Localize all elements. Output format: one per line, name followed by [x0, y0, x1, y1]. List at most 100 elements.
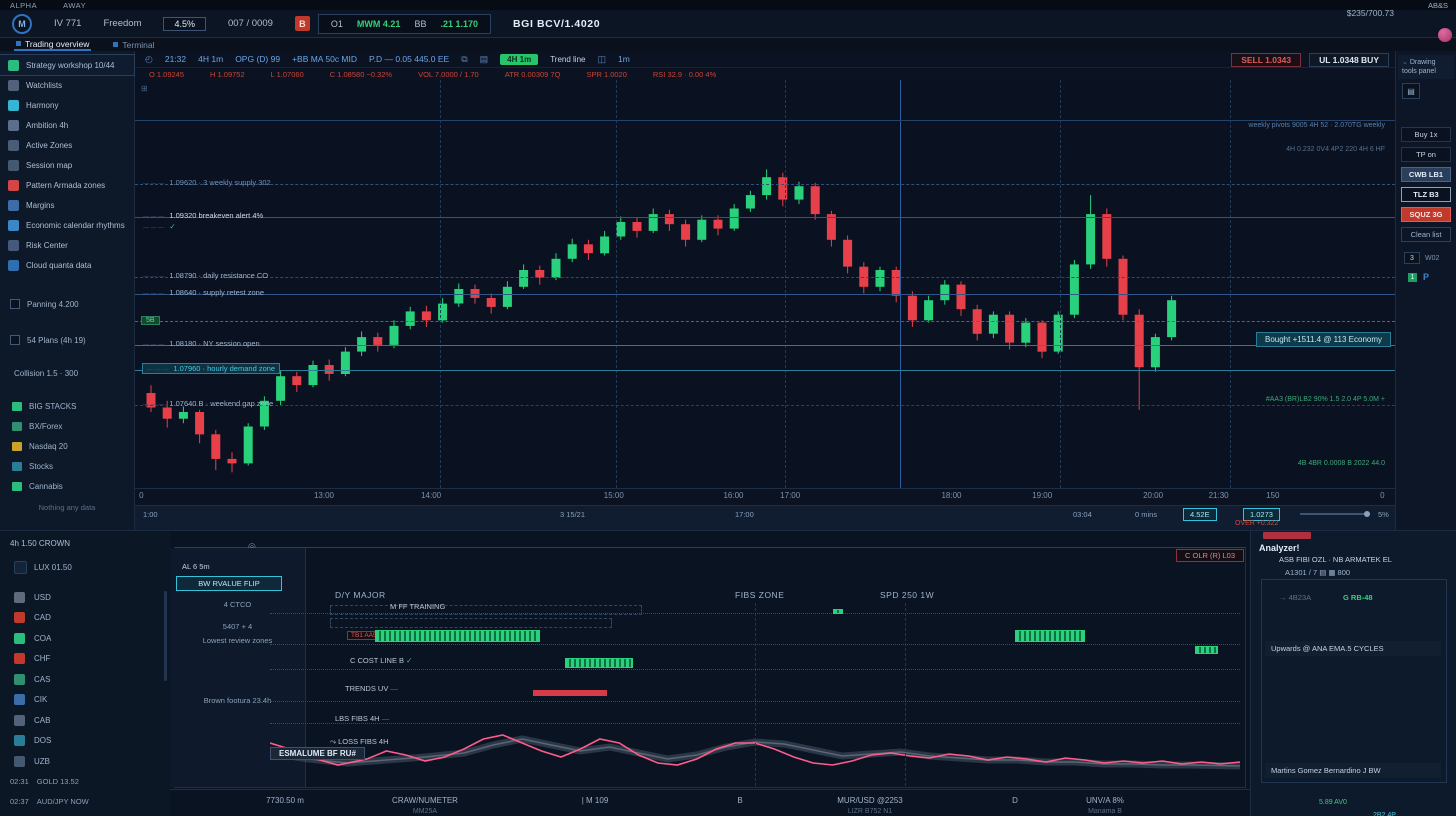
price-level-label[interactable]: 1.09620 · 3 weekly supply 302	[143, 178, 271, 187]
price-level-label[interactable]: ✓	[143, 222, 176, 231]
sidebar-item[interactable]: Economic calendar rhythms	[0, 215, 134, 235]
oscillator-label-box[interactable]: ESMALUME BF RU#	[270, 747, 365, 760]
trade-button[interactable]: Clean list	[1401, 227, 1451, 242]
trade-button[interactable]: TP on	[1401, 147, 1451, 162]
metric2-label: BB	[414, 19, 426, 29]
price-level-label[interactable]: 1.08790 · daily resistance CO	[143, 271, 268, 280]
market-item[interactable]: Nasdaq 20	[0, 436, 134, 456]
menu-item[interactable]: AWAY	[63, 1, 86, 10]
green-square-icon[interactable]: 1	[1408, 273, 1417, 282]
symbol-icon	[14, 633, 25, 644]
sidebar-item[interactable]: Cloud quanta data	[0, 255, 134, 275]
sidebar-item-label: Risk Center	[26, 241, 68, 250]
market-item[interactable]: Cannabis	[0, 476, 134, 496]
toolbar-chip[interactable]: P.D — 0.05 445.0 EE	[369, 54, 449, 64]
filter-row[interactable]: Panning 4.200	[0, 286, 134, 322]
news-row-author[interactable]: Martins Gomez Bernardino J BW	[1265, 763, 1441, 778]
alert-badge[interactable]: B	[295, 16, 310, 31]
time-axis-label: 13:00	[314, 491, 334, 500]
document-icon[interactable]: ▤	[1402, 83, 1420, 99]
sidebar-item[interactable]: Watchlists	[0, 75, 134, 95]
drawing-tools-header[interactable]: ⌄ Drawing tools panel	[1398, 55, 1454, 79]
sidebar-item-icon	[8, 260, 19, 271]
checkbox-icon[interactable]	[10, 299, 20, 309]
market-item[interactable]: Stocks	[0, 456, 134, 476]
watchlist-row[interactable]: UZB	[0, 751, 170, 772]
market-item[interactable]: BX/Forex	[0, 416, 134, 436]
time-axis-label: 0	[139, 491, 143, 500]
camera-icon[interactable]: ⧉	[461, 54, 467, 65]
candle	[697, 220, 706, 240]
sidebar-item[interactable]: Harmony	[0, 95, 134, 115]
lot-input[interactable]	[1404, 252, 1420, 264]
menu-item[interactable]: ALPHA	[10, 1, 37, 10]
toolbar-chip[interactable]: 4H 1m	[198, 54, 223, 64]
indicator-row-label[interactable]: ⤳ LOSS FIBS 4H	[330, 737, 389, 747]
watchlist-row[interactable]: DOS	[0, 731, 170, 752]
sidebar-item[interactable]: Session map	[0, 155, 134, 175]
trade-button[interactable]: TLZ B3	[1401, 187, 1451, 202]
user-avatar[interactable]	[1438, 28, 1452, 42]
watchlist-row[interactable]: CAB	[0, 710, 170, 731]
filter-row[interactable]: 54 Plans (4h 19)	[0, 322, 134, 358]
news-row-upwards[interactable]: Upwards @ ANA EMA.5 CYCLES	[1265, 641, 1441, 656]
trend-badge[interactable]: 4H 1m	[500, 54, 538, 65]
workspace-tab[interactable]: Trading overview	[14, 38, 91, 51]
trade-button[interactable]: SQUZ 3G	[1401, 207, 1451, 222]
price-box-button[interactable]: 4.52E	[1183, 508, 1217, 521]
toolbar-chip[interactable]: 21:32	[165, 54, 186, 64]
sidebar-item[interactable]: Strategy workshop 10/44	[0, 55, 134, 75]
watchlist-footer2[interactable]: 02:37 AUD/JPY NOW	[10, 797, 89, 806]
indicator-row-label[interactable]: LBS FIBS 4H —	[335, 714, 389, 723]
trade-button[interactable]: Buy 1x	[1401, 127, 1451, 142]
collision-label: Collision 1.5 · 300	[0, 369, 78, 378]
risk-box[interactable]: 4.5%	[163, 17, 206, 31]
sidebar-item[interactable]: Margins	[0, 195, 134, 215]
indicator-row-label[interactable]: M FF TRAINING	[390, 602, 445, 611]
buy-button[interactable]: UL 1.0348 BUY	[1309, 53, 1389, 67]
bought-position-label[interactable]: Bought +1511.4 @ 113 Economy	[1256, 332, 1391, 347]
trade-button[interactable]: CWB LB1	[1401, 167, 1451, 182]
book-icon[interactable]: ▤	[480, 54, 489, 65]
toolbar-chip[interactable]: OPG (D) 99	[235, 54, 280, 64]
indicator-row-label[interactable]: C COST LINE B ✓	[350, 656, 412, 665]
sell-button[interactable]: SELL 1.0343	[1231, 53, 1301, 67]
candle	[811, 186, 820, 214]
sidebar-item[interactable]: Active Zones	[0, 135, 134, 155]
sidebar-item[interactable]: Ambition 4h	[0, 115, 134, 135]
dash-icon: —	[388, 684, 398, 693]
watchlist-row[interactable]: CAD	[0, 608, 170, 629]
watchlist-footer1[interactable]: 02:31 GOLD 13.52	[10, 777, 79, 786]
timeframe-mini[interactable]: 1m	[618, 54, 630, 64]
indicator-row-label[interactable]: TRENDS UV —	[345, 684, 398, 693]
panel-filter-button[interactable]: C OLR (R) L03	[1176, 549, 1244, 562]
sidebar-item[interactable]: Pattern Armada zones	[0, 175, 134, 195]
paypal-icon[interactable]: P	[1423, 272, 1429, 282]
workspace-tab[interactable]: Terminal	[111, 38, 156, 51]
zoom-slider[interactable]	[1300, 513, 1370, 515]
app-logo[interactable]: M	[12, 14, 32, 34]
watchlist-subheader[interactable]: LUX 01.50	[14, 561, 72, 574]
sidebar-item[interactable]: Risk Center	[0, 235, 134, 255]
long-badge[interactable]: 5B	[141, 316, 160, 325]
candle	[276, 376, 285, 401]
row-label-box	[330, 618, 612, 628]
watchlist-row[interactable]: CIK	[0, 690, 170, 711]
price-level-label[interactable]: 1.08640 · supply retest zone	[143, 288, 264, 297]
analysis-active-tab[interactable]: BW RVALUE FLIP	[176, 576, 282, 591]
checkbox-icon[interactable]	[10, 335, 20, 345]
clock-icon[interactable]: ◴	[145, 54, 153, 65]
watchlist-row[interactable]: CAS	[0, 669, 170, 690]
price-level-label[interactable]: 1.07640 B · weekend gap zone	[143, 399, 273, 408]
watchlist-row[interactable]: COA	[0, 628, 170, 649]
watchlist-scrollbar[interactable]	[164, 591, 167, 681]
toolbar-chip[interactable]: +BB MA 50c MID	[292, 54, 357, 64]
signal-segment	[375, 630, 540, 642]
layout-icon[interactable]: ◫	[597, 54, 606, 65]
price-level-label[interactable]: 1.09320 breakeven alert 4%	[143, 211, 263, 220]
watchlist-row[interactable]: USD	[0, 587, 170, 608]
price-level-label[interactable]: 1.07960 · hourly demand zone	[143, 364, 279, 373]
market-item[interactable]: BIG STACKS	[0, 396, 134, 416]
price-level-label[interactable]: 1.08180 · NY session open	[143, 339, 260, 348]
watchlist-row[interactable]: CHF	[0, 649, 170, 670]
